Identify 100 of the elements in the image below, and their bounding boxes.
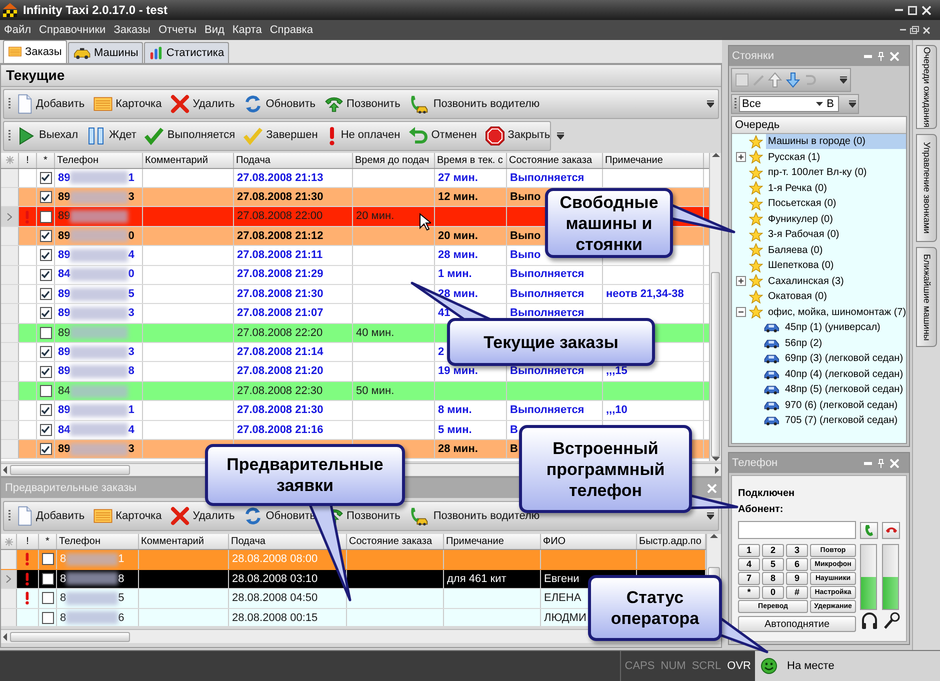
checkbox[interactable] <box>40 230 52 242</box>
toolbar-button[interactable]: Выполняется <box>141 122 238 149</box>
checkbox[interactable] <box>40 210 52 223</box>
checkbox[interactable] <box>40 443 52 456</box>
row-header[interactable] <box>1 570 17 588</box>
menu-item[interactable]: Вид <box>202 22 226 38</box>
checkbox[interactable] <box>40 268 52 281</box>
toolbar-button[interactable]: Позвонить водителю <box>405 90 543 117</box>
expand-toggle[interactable] <box>736 307 746 318</box>
keypad-key[interactable]: 8 <box>762 572 784 585</box>
tree-item[interactable]: Баляева (0) <box>766 242 825 258</box>
tab[interactable]: Машины <box>68 42 144 63</box>
tree-item[interactable]: 48пр (5) (легковой седан) <box>783 382 906 398</box>
menu-item[interactable]: Заказы <box>112 22 152 38</box>
scroll-thumb[interactable] <box>711 272 720 457</box>
checkbox[interactable] <box>42 592 54 604</box>
column-header[interactable]: Примечание <box>603 152 665 168</box>
toolbar-button[interactable]: Обновить <box>240 90 319 117</box>
tree-item[interactable]: офис, мойка, шиномонтаж (7) <box>766 304 906 320</box>
checkbox[interactable] <box>40 326 52 339</box>
toolbar-button[interactable]: Удалить <box>166 503 238 529</box>
checkbox[interactable] <box>40 172 52 184</box>
menu-item[interactable]: Отчеты <box>156 22 198 38</box>
toolbar-button[interactable]: Карточка <box>90 503 165 529</box>
column-header[interactable]: Состояние заказа <box>507 152 594 168</box>
expand-toggle[interactable] <box>736 152 746 162</box>
column-header[interactable]: Комментарий <box>139 534 206 549</box>
checkbox[interactable] <box>40 404 52 416</box>
column-header[interactable]: Очередь <box>732 117 906 134</box>
checkbox[interactable] <box>40 191 52 204</box>
toolbar-button[interactable]: Завершен <box>240 122 321 149</box>
checkbox[interactable] <box>42 553 54 566</box>
tree-item[interactable]: Посьетская (0) <box>766 196 838 212</box>
checkbox[interactable] <box>42 612 54 624</box>
tree-item[interactable]: пр-т. 100лет Вл-ку (0) <box>766 165 869 180</box>
keypad-key[interactable]: 4 <box>738 558 760 571</box>
toolbar-button[interactable]: Добавить <box>13 503 88 529</box>
keypad-key[interactable]: 1 <box>738 544 760 557</box>
toolbar-button[interactable]: Обновить <box>240 503 319 529</box>
column-header[interactable]: Время до подач <box>353 152 432 168</box>
checkbox[interactable] <box>40 346 52 358</box>
column-header[interactable]: ! <box>24 534 31 549</box>
keypad-key[interactable]: 3 <box>786 544 808 557</box>
column-header[interactable]: Быстр.адр.по <box>637 534 704 549</box>
column-header[interactable]: Телефон <box>57 534 102 549</box>
keypad-key[interactable]: 0 <box>762 586 784 599</box>
toolbar-button[interactable]: Карточка <box>90 90 165 117</box>
tree-item[interactable]: Русская (1) <box>766 150 822 165</box>
row-header[interactable] <box>1 207 19 226</box>
tree-item[interactable]: Фуникулер (0) <box>766 212 835 227</box>
tree-item[interactable]: 970 (6) (легковой седан) <box>783 398 900 413</box>
side-tab[interactable]: Управление звонками <box>916 134 937 242</box>
scrollbar[interactable] <box>709 152 721 461</box>
keypad-key[interactable]: * <box>738 586 760 599</box>
tree-item[interactable]: 3-я Рабочая (0) <box>766 227 842 242</box>
auto-answer-button[interactable]: Автоподнятие <box>738 616 856 632</box>
side-tab[interactable]: Ближайшие машины <box>916 247 937 347</box>
checkbox[interactable] <box>40 307 52 320</box>
tree-item[interactable]: 40пр (4) (легковой седан) <box>783 366 906 382</box>
menu-item[interactable]: Справка <box>268 22 315 38</box>
scroll-thumb[interactable] <box>10 632 130 642</box>
column-header[interactable]: Примечание <box>444 534 506 549</box>
tab[interactable]: Статистика <box>144 42 230 63</box>
hang-up-button[interactable] <box>882 522 900 538</box>
tree-item[interactable]: 1-я Речка (0) <box>766 180 829 196</box>
column-header[interactable]: Подача <box>234 152 272 168</box>
menu-item[interactable]: Справочники <box>37 22 108 38</box>
column-header[interactable]: Комментарий <box>143 152 210 168</box>
column-header[interactable]: * <box>44 534 52 549</box>
column-header[interactable]: Телефон <box>55 152 100 168</box>
keypad-key[interactable]: 9 <box>786 572 808 585</box>
tree-item[interactable]: Окатовая (0) <box>766 289 829 304</box>
menu-item[interactable]: Карта <box>230 22 264 38</box>
tree-item[interactable]: Шепеткова (0) <box>766 258 836 274</box>
menu-item[interactable]: Файл <box>2 22 34 38</box>
toolbar-button[interactable]: Выехал <box>13 122 82 149</box>
toolbar-button[interactable]: Отменен <box>405 122 480 149</box>
toolbar-button[interactable]: Ждет <box>83 122 140 149</box>
keypad-key[interactable]: 5 <box>762 558 784 571</box>
toolbar-button[interactable]: Добавить <box>13 90 88 117</box>
tree-item[interactable]: 705 (7) (легковой седан) <box>783 413 900 428</box>
toolbar-button[interactable]: Удалить <box>166 90 238 117</box>
tree-item[interactable]: 69пр (3) (легковой седан) <box>783 351 906 366</box>
tree-item[interactable]: Машины в городе (0) <box>766 134 906 150</box>
toolbar-button[interactable]: Не оплачен <box>322 122 404 149</box>
call-button[interactable] <box>860 522 878 538</box>
checkbox[interactable] <box>40 366 52 378</box>
keypad-key[interactable]: 7 <box>738 572 760 585</box>
keypad-key[interactable]: 2 <box>762 544 784 557</box>
tree-item[interactable]: 45пр (1) (универсал) <box>783 320 882 336</box>
keypad-key[interactable]: 6 <box>786 558 808 571</box>
column-header[interactable]: Время в тек. с <box>435 152 505 168</box>
checkbox[interactable] <box>40 249 52 262</box>
expand-toggle[interactable] <box>736 276 746 286</box>
toolbar-button[interactable]: Закрыть <box>482 122 554 149</box>
checkbox[interactable] <box>40 385 52 398</box>
checkbox[interactable] <box>42 572 54 585</box>
side-tab[interactable]: Очереди ожидания <box>916 45 937 129</box>
toolbar-button[interactable]: Позвонить <box>320 90 404 117</box>
scroll-thumb[interactable] <box>10 464 130 475</box>
